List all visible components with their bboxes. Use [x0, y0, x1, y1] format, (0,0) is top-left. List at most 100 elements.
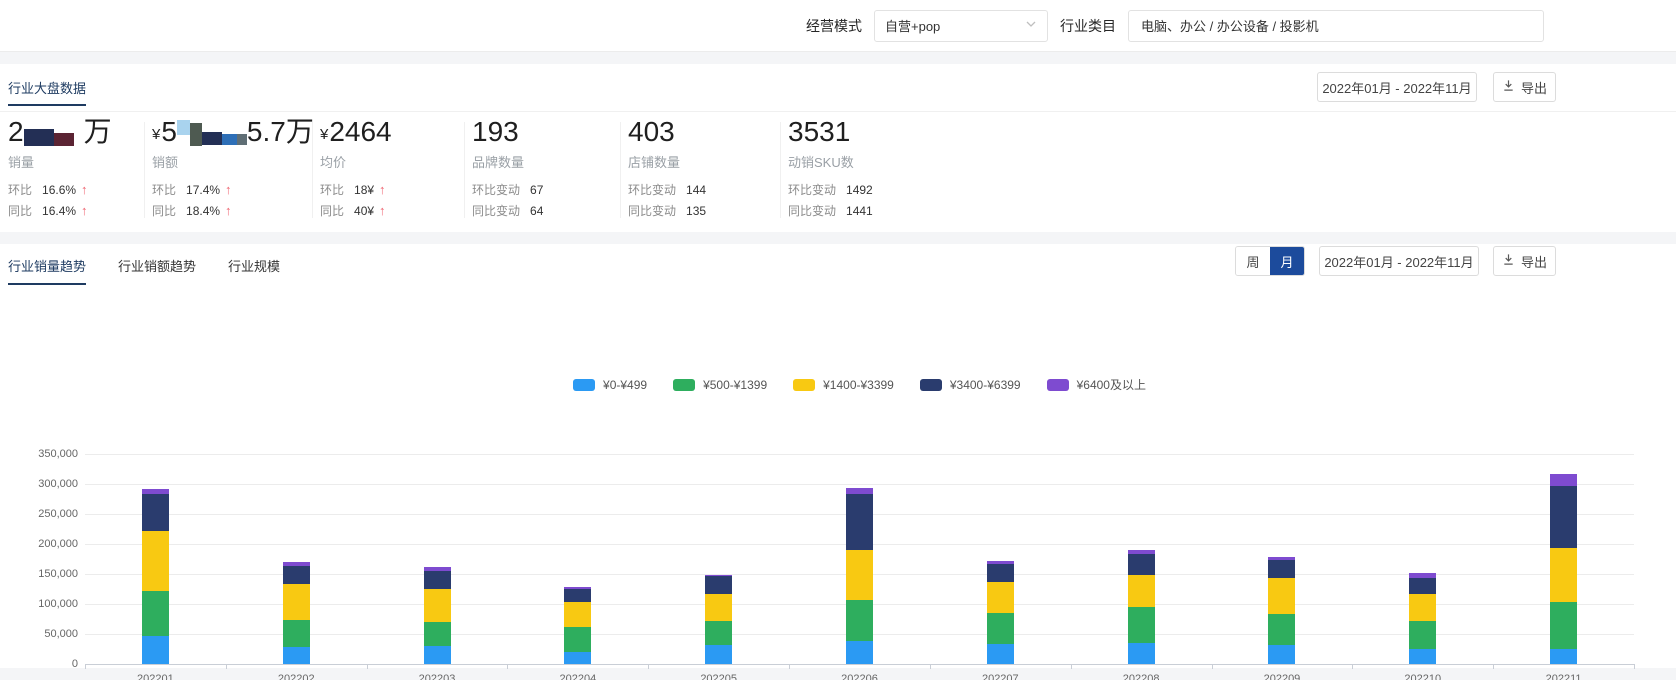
- x-axis-tick-mark: [507, 664, 508, 669]
- overview-controls: 2022年01月 - 2022年11月 导出: [1317, 72, 1556, 102]
- stat-rows: 环比变动144同比变动135: [628, 179, 706, 221]
- trend-tab-1[interactable]: 行业销额趋势: [118, 256, 196, 285]
- stat-block: 2万销量环比16.6%↑同比16.4%↑: [8, 116, 112, 221]
- stat-rows: 环比变动 1492 同比变动 1441: [788, 179, 873, 221]
- up-arrow-icon: ↑: [81, 203, 88, 218]
- compare-key: 环比变动: [788, 181, 836, 198]
- up-arrow-icon: ↑: [225, 182, 232, 197]
- bar-segment: [987, 644, 1014, 664]
- bar-segment: [705, 576, 732, 594]
- trend-card: 行业销量趋势 行业销额趋势 行业规模 周 月 2022年01月 - 2022年11月…: [0, 244, 1676, 668]
- period-week-button[interactable]: 周: [1236, 247, 1270, 275]
- stat-rows: 环比16.6%↑同比16.4%↑: [8, 179, 112, 221]
- stat-value-text: 2464: [329, 118, 391, 146]
- x-axis-category-label: 202211: [1524, 673, 1604, 680]
- bar-segment: [1550, 602, 1577, 649]
- y-axis-tick-label: 300,000: [8, 478, 78, 490]
- bar-segment: [283, 584, 310, 619]
- x-axis-category-label: 202205: [679, 673, 759, 680]
- compare-key: 同比变动: [472, 202, 520, 219]
- bar-segment: [987, 582, 1014, 613]
- stat-compare-row: 同比16.4%↑: [8, 200, 112, 221]
- mode-select[interactable]: 自营+pop: [874, 10, 1048, 42]
- x-axis-tick-mark: [1634, 664, 1635, 669]
- bar-segment: [564, 602, 591, 627]
- stacked-bar-202201: [142, 489, 169, 664]
- stat-value: 193: [472, 116, 543, 146]
- period-month-button[interactable]: 月: [1270, 247, 1304, 275]
- compare-key: 环比: [152, 181, 176, 198]
- trend-date-range-text: 2022年01月 - 2022年11月: [1324, 252, 1473, 271]
- x-axis-tick-mark: [648, 664, 649, 669]
- stacked-bar-202209: [1268, 557, 1295, 664]
- bar-segment: [1550, 486, 1577, 548]
- compare-value: 18¥: [354, 183, 374, 197]
- bar-segment: [846, 641, 873, 664]
- y-axis-tick-label: 0: [8, 658, 78, 670]
- compare-key: 环比: [320, 181, 344, 198]
- stat-block: 193品牌数量环比变动67同比变动64: [472, 116, 543, 221]
- stat-value-text: 2: [8, 118, 24, 146]
- overview-export-button[interactable]: 导出: [1493, 72, 1556, 102]
- tab-industry-overview[interactable]: 行业大盘数据: [8, 78, 86, 106]
- stat-compare-row: 环比 18¥ ↑: [320, 179, 392, 200]
- up-arrow-icon: ↑: [225, 203, 232, 218]
- bar-segment: [987, 613, 1014, 644]
- bar-segment: [1128, 554, 1155, 574]
- bar-segment: [142, 591, 169, 636]
- stat-rows: 环比17.4%↑同比18.4%↑: [152, 179, 314, 221]
- stacked-bar-202205: [705, 575, 732, 664]
- stat-label: 均价: [320, 152, 392, 171]
- y-axis-tick-label: 50,000: [8, 628, 78, 640]
- stat-value-text: 5: [161, 118, 177, 146]
- compare-key: 同比变动: [788, 202, 836, 219]
- trend-tab-0[interactable]: 行业销量趋势: [8, 256, 86, 285]
- stat-label: 销额: [152, 152, 314, 171]
- stat-compare-row: 同比18.4%↑: [152, 200, 314, 221]
- trend-date-range-button[interactable]: 2022年01月 - 2022年11月: [1319, 246, 1479, 276]
- bar-segment: [424, 571, 451, 589]
- up-arrow-icon: ↑: [379, 203, 386, 218]
- redaction-box: [237, 134, 247, 145]
- dashboard-page: 经营模式 自营+pop 行业类目 电脑、办公 / 办公设备 / 投影机 行业大盘…: [0, 0, 1676, 680]
- bar-segment: [564, 589, 591, 602]
- category-input[interactable]: 电脑、办公 / 办公设备 / 投影机: [1128, 10, 1544, 42]
- compare-value: 16.6%: [42, 183, 76, 197]
- x-axis-tick-mark: [226, 664, 227, 669]
- compare-key: 同比: [152, 202, 176, 219]
- redaction-box: [190, 123, 202, 146]
- trend-controls: 周 月 2022年01月 - 2022年11月 导出: [1235, 246, 1556, 276]
- up-arrow-icon: ↑: [379, 182, 386, 197]
- bar-segment: [564, 652, 591, 664]
- bar-segment: [1409, 621, 1436, 649]
- bar-segment: [1409, 649, 1436, 664]
- overview-date-range-button[interactable]: 2022年01月 - 2022年11月: [1317, 72, 1477, 102]
- compare-value: 1492: [846, 183, 873, 197]
- trend-export-button[interactable]: 导出: [1493, 246, 1556, 276]
- bar-segment: [705, 594, 732, 621]
- compare-value: 40¥: [354, 204, 374, 218]
- stat-value-text: 5.7万: [247, 118, 314, 146]
- bar-segment: [283, 566, 310, 585]
- x-axis-line: [85, 664, 1634, 665]
- bar-segment: [846, 600, 873, 641]
- redaction-box: [24, 129, 54, 146]
- trend-tab-2[interactable]: 行业规模: [228, 256, 280, 285]
- stat-compare-row: 同比40¥↑: [320, 200, 392, 221]
- download-icon: [1502, 79, 1515, 95]
- x-axis-tick-mark: [1352, 664, 1353, 669]
- bar-segment: [424, 622, 451, 646]
- compare-value: 135: [686, 204, 706, 218]
- stat-compare-row: 环比变动 1492: [788, 179, 873, 200]
- stacked-bar-202203: [424, 567, 451, 664]
- bar-segment: [1550, 649, 1577, 664]
- compare-value: 1441: [846, 204, 873, 218]
- stacked-bar-202207: [987, 561, 1014, 664]
- x-axis-category-label: 202208: [1101, 673, 1181, 680]
- bar-segment: [1128, 643, 1155, 664]
- bar-segment: [283, 620, 310, 648]
- bar-segment: [846, 550, 873, 600]
- stat-value: 403: [628, 116, 706, 146]
- stats-row: 2万销量环比16.6%↑同比16.4%↑¥55.7万销额环比17.4%↑同比18…: [0, 112, 1676, 231]
- x-axis-category-label: 202206: [820, 673, 900, 680]
